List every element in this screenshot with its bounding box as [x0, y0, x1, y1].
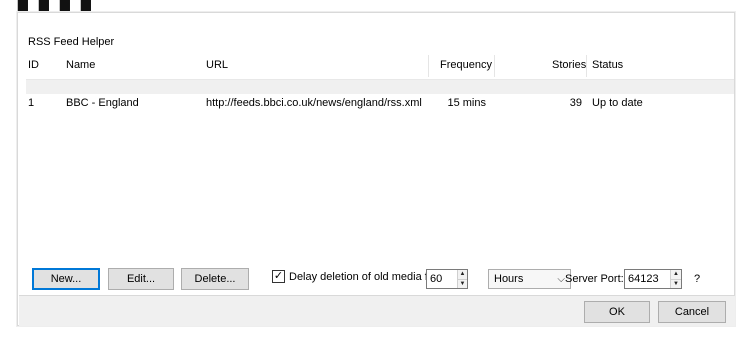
server-port-stepper[interactable]: ▲ ▼ — [624, 269, 682, 289]
delay-value-stepper[interactable]: ▲ ▼ — [426, 269, 468, 289]
spin-up-icon[interactable]: ▲ — [457, 270, 467, 279]
checkmark-icon: ✓ — [272, 270, 285, 283]
edit-button[interactable]: Edit... — [108, 268, 174, 290]
column-header-url[interactable]: URL — [206, 59, 228, 71]
row-status: Up to date — [592, 97, 643, 109]
spin-down-icon[interactable]: ▼ — [457, 278, 467, 288]
server-port-label: Server Port: — [565, 273, 624, 285]
column-header-name[interactable]: Name — [66, 59, 95, 71]
column-header-stories[interactable]: Stories — [552, 59, 586, 71]
column-separator — [586, 55, 587, 77]
window-title: RSS Feed Helper — [28, 36, 115, 48]
column-header-frequency[interactable]: Frequency — [440, 59, 492, 71]
cancel-button[interactable]: Cancel — [658, 301, 726, 323]
row-frequency: 15 mins — [447, 97, 486, 109]
delay-unit-value: Hours — [494, 273, 524, 285]
column-header-status[interactable]: Status — [592, 59, 623, 71]
spin-up-icon[interactable]: ▲ — [670, 270, 681, 279]
row-url: http://feeds.bbci.co.uk/news/england/rss… — [206, 97, 422, 109]
new-button[interactable]: New... — [32, 268, 100, 290]
column-separator — [428, 55, 429, 77]
delay-deletion-label: Delay deletion of old media for — [289, 270, 438, 283]
delay-unit-select[interactable]: Hours ⌵ — [488, 269, 571, 289]
delete-button[interactable]: Delete... — [181, 268, 249, 290]
ok-button[interactable]: OK — [584, 301, 650, 323]
delay-deletion-checkbox[interactable]: ✓ Delay deletion of old media for — [272, 270, 438, 283]
server-port-input[interactable] — [625, 270, 670, 288]
rss-feed-helper-dialog: RSS Feed Helper ID Name URL Frequency St… — [17, 12, 735, 326]
row-stories: 39 — [569, 97, 582, 109]
row-name: BBC - England — [66, 97, 139, 109]
spin-down-icon[interactable]: ▼ — [670, 278, 681, 288]
chevron-down-icon: ⌵ — [557, 273, 565, 285]
list-top-band — [26, 80, 734, 94]
column-separator — [494, 55, 495, 77]
delay-value-input[interactable] — [427, 270, 457, 288]
row-id: 1 — [28, 97, 35, 109]
help-icon[interactable]: ? — [694, 273, 700, 285]
column-header-id[interactable]: ID — [28, 59, 39, 71]
